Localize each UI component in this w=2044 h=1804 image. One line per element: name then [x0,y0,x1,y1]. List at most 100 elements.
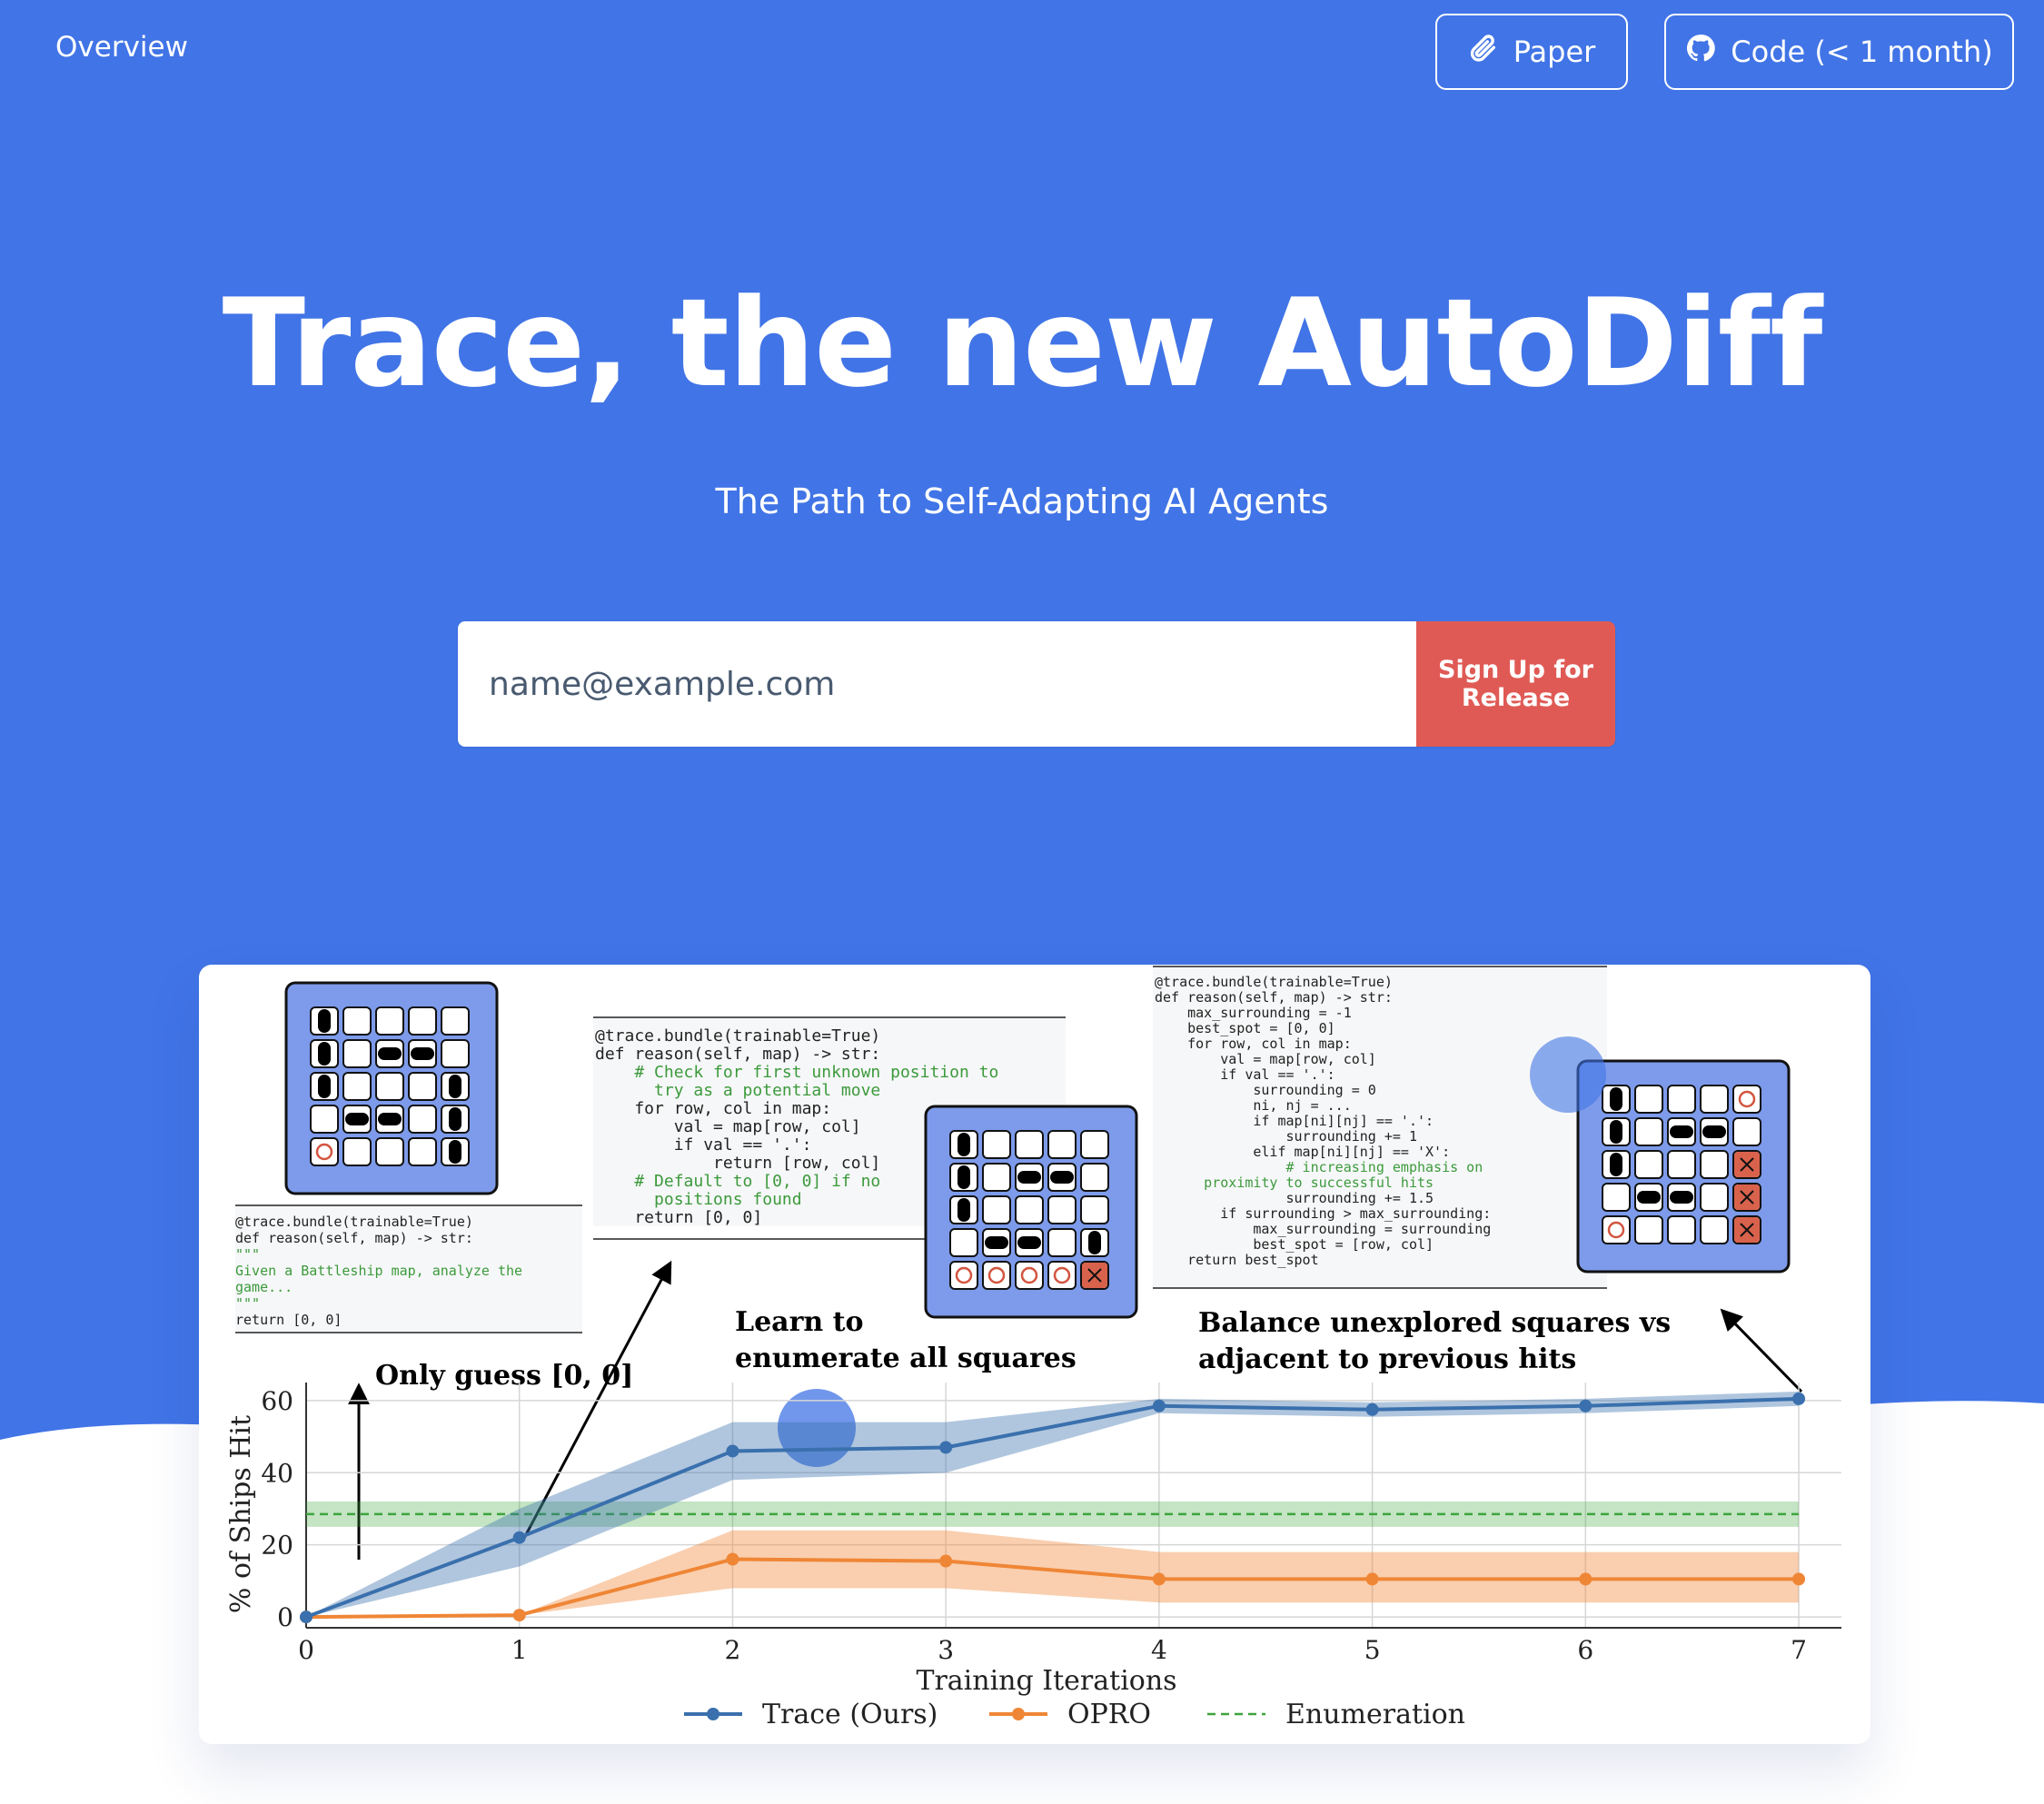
decor-circle [1530,1036,1606,1113]
code-line: return [row, col] [595,1154,880,1173]
board-cell [1015,1130,1044,1159]
ship-segment [449,1140,461,1164]
results-figure-svg: @trace.bundle(trainable=True) def reason… [225,966,1841,1730]
board-cell [1634,1150,1663,1179]
ship-segment [1670,1125,1693,1138]
board-cell [342,1072,372,1101]
code-line: """ [235,1295,260,1312]
ship-segment [378,1113,402,1125]
code-line: max_surrounding = -1 [1155,1005,1352,1021]
x-tick-label: 6 [1577,1635,1593,1665]
x-tick-label: 4 [1151,1635,1167,1665]
board-cell [441,1006,470,1036]
code-line: val = map[row, col] [1155,1051,1376,1067]
code-line: # Default to [0, 0] if no [595,1172,880,1191]
board-cell [949,1261,978,1290]
board-cell [1047,1228,1077,1257]
code-line: return [0, 0] [595,1208,762,1227]
y-axis-label: % of Ships Hit [225,1415,257,1613]
code-line: @trace.bundle(trainable=True) [235,1214,473,1230]
code-line: best_spot = [row, col] [1155,1236,1434,1253]
board-cell [1634,1117,1663,1146]
board-cell [1015,1195,1044,1224]
code-line: @trace.bundle(trainable=True) [1155,974,1393,990]
page-title: Trace, the new AutoDiff [222,273,1823,414]
x-tick-label: 5 [1364,1635,1381,1665]
code-panel-3: @trace.bundle(trainable=True) def reason… [1153,966,1607,1289]
legend-label: Enumeration [1285,1699,1465,1730]
results-figure: @trace.bundle(trainable=True) def reason… [199,965,1870,1744]
code-line: if map[ni][nj] == '.': [1155,1113,1434,1129]
y-tick-label: 20 [261,1531,293,1561]
x-axis-label: Training Iterations [916,1665,1176,1697]
data-point [512,1531,526,1544]
code-line: game... [235,1279,293,1295]
battleship-board [284,981,499,1195]
ship-segment [1050,1171,1074,1184]
code-button-label: Code (< 1 month) [1731,35,1993,69]
board-cell [1732,1085,1761,1114]
code-line: max_surrounding = surrounding [1155,1221,1491,1237]
data-point [512,1609,526,1622]
paper-button-label: Paper [1513,35,1596,69]
board-cell [1700,1183,1729,1212]
ship-segment [378,1047,402,1060]
battleship-board [1576,1059,1791,1274]
board-cell [342,1039,372,1068]
data-point [1152,1399,1166,1412]
x-tick-label: 7 [1791,1635,1807,1665]
ship-segment [411,1047,434,1060]
board-cell [1634,1085,1663,1114]
data-point [1579,1572,1593,1586]
code-line: val = map[row, col] [595,1117,861,1136]
code-line: def reason(self, map) -> str: [595,1045,880,1064]
y-tick-label: 60 [261,1386,293,1416]
email-input[interactable] [458,621,1416,747]
ship-segment [318,1075,331,1098]
board-cell [1667,1085,1696,1114]
code-line: elif map[ni][nj] == 'X': [1155,1144,1450,1160]
legend-marker [1012,1708,1025,1720]
board-cell [982,1195,1011,1224]
code-line: Given a Battleship map, analyze the [235,1263,522,1279]
data-point [1365,1572,1379,1586]
code-line: for row, col in map: [1155,1036,1352,1052]
board-cell [1015,1261,1044,1290]
data-point [300,1611,313,1624]
data-point [1365,1403,1379,1416]
board-cell [408,1105,437,1134]
board-cell [408,1072,437,1101]
svg-text:Balance unexplored squares vs: Balance unexplored squares vs adjacent t… [1198,1307,1681,1375]
signup-button[interactable]: Sign Up for Release [1416,621,1615,747]
ship-segment [1017,1236,1041,1249]
ship-segment [985,1236,1008,1249]
board-cell [1602,1215,1631,1244]
code-line: positions found [595,1190,802,1209]
code-line: try as a potential move [595,1081,880,1100]
data-point [1579,1399,1593,1412]
code-line: best_spot = [0, 0] [1155,1020,1335,1036]
code-line: def reason(self, map) -> str: [235,1230,473,1246]
data-point [726,1552,739,1566]
y-tick-label: 0 [277,1602,293,1632]
ship-segment [1610,1153,1622,1176]
code-button[interactable]: Code (< 1 month) [1664,14,2014,90]
annotation-only-guess: Only guess [0, 0] [375,1360,633,1392]
board-cell [375,1072,404,1101]
code-line: proximity to successful hits [1155,1175,1434,1191]
ship-segment [318,1009,331,1033]
y-tick-label: 40 [261,1458,293,1488]
board-cell [982,1261,1011,1290]
data-point [939,1441,953,1454]
code-line: for row, col in map: [595,1099,831,1118]
paperclip-icon [1468,33,1499,71]
code-line: surrounding += 1 [1155,1128,1417,1145]
board-cell [1080,1195,1109,1224]
board-cell [408,1006,437,1036]
code-line: surrounding = 0 [1155,1082,1376,1098]
legend-label: OPRO [1067,1699,1151,1730]
nav-overview-link[interactable]: Overview [55,31,188,64]
board-cell [1602,1183,1631,1212]
board-cell [982,1163,1011,1192]
paper-button[interactable]: Paper [1435,14,1628,90]
